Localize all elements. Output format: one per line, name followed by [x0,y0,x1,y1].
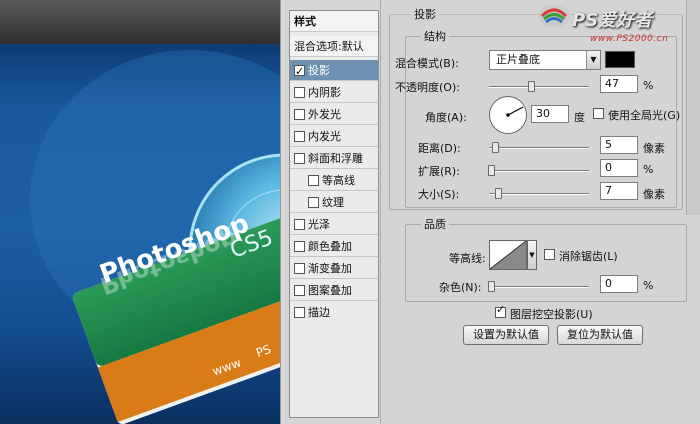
noise-label: 杂色(N): [439,281,482,294]
style-item-texture[interactable]: 纹理 [290,192,378,213]
style-item-contour[interactable]: 等高线 [290,170,378,191]
size-slider-thumb[interactable] [495,188,502,199]
styles-header[interactable]: 样式 [290,11,378,32]
contour-checkbox[interactable] [308,175,319,186]
quality-title: 品质 [421,216,449,232]
angle-dial[interactable] [489,96,527,134]
chevron-down-icon: ▼ [586,51,600,69]
style-item-outer-glow[interactable]: 外发光 [290,104,378,125]
global-light-checkbox[interactable] [593,108,604,119]
anti-alias-label[interactable]: 消除锯齿(L) [559,248,618,264]
contour-chevron-down-icon[interactable]: ▼ [527,240,537,270]
noise-unit: % [643,279,654,292]
inner-glow-checkbox[interactable] [294,131,305,142]
dialog-scrollbar[interactable] [686,0,700,215]
style-item-gradient-overlay[interactable]: 渐变叠加 [290,258,378,279]
distance-label: 距离(D): [418,142,461,155]
structure-title: 结构 [421,28,449,44]
distance-unit: 像素 [643,142,665,155]
satin-checkbox[interactable] [294,219,305,230]
opacity-unit: % [643,79,654,92]
blend-mode-select[interactable]: 正片叠底 ▼ [489,50,601,70]
size-unit: 像素 [643,188,665,201]
style-item-color-overlay[interactable]: 颜色叠加 [290,236,378,257]
size-slider-track[interactable] [489,193,589,195]
layer-knockout-checkbox[interactable] [495,303,506,318]
reset-default-button[interactable]: 复位为默认值 [557,325,643,345]
inner-shadow-checkbox[interactable] [294,87,305,98]
opacity-label: 不透明度(O): [395,81,460,94]
opacity-slider-track[interactable] [489,86,589,88]
global-light-label[interactable]: 使用全局光(G) [608,107,680,123]
drop-shadow-checkbox[interactable] [294,61,305,82]
make-default-button[interactable]: 设置为默认值 [463,325,549,345]
angle-input[interactable]: 30 [531,105,569,123]
shadow-color-swatch[interactable] [605,51,635,68]
styles-panel: 样式 混合选项:默认 投影 内阴影 外发光 内发光 斜面和浮雕 等高线 纹理 光… [280,0,380,424]
outer-glow-checkbox[interactable] [294,109,305,120]
ps2000-logo-icon [538,5,570,27]
size-input[interactable]: 7 [600,182,638,200]
angle-indicator-icon [506,106,524,117]
spread-slider-thumb[interactable] [488,165,495,176]
contour-picker[interactable] [489,240,527,270]
bevel-emboss-checkbox[interactable] [294,153,305,164]
stroke-checkbox[interactable] [294,307,305,318]
angle-label: 角度(A): [425,111,467,124]
noise-input[interactable]: 0 [600,275,638,293]
style-item-inner-shadow[interactable]: 内阴影 [290,82,378,103]
style-item-stroke[interactable]: 描边 [290,302,378,323]
document-canvas[interactable]: Photoshop Photoshop CS5 www PS [0,0,280,424]
spread-input[interactable]: 0 [600,159,638,177]
spread-slider-track[interactable] [489,170,589,172]
watermark-url: www.PS2000.cn [590,34,669,44]
blending-options-item[interactable]: 混合选项:默认 [290,36,378,57]
noise-slider-thumb[interactable] [488,281,495,292]
blend-mode-value: 正片叠底 [496,53,540,66]
anti-alias-checkbox[interactable] [544,249,555,260]
contour-label: 等高线: [449,252,486,265]
spread-label: 扩展(R): [418,165,460,178]
distance-input[interactable]: 5 [600,136,638,154]
opacity-slider-thumb[interactable] [528,81,535,92]
blend-mode-label: 混合模式(B): [395,57,459,70]
style-item-inner-glow[interactable]: 内发光 [290,126,378,147]
style-item-satin[interactable]: 光泽 [290,214,378,235]
pattern-overlay-checkbox[interactable] [294,285,305,296]
distance-slider-track[interactable] [489,147,589,149]
texture-checkbox[interactable] [308,197,319,208]
gradient-overlay-checkbox[interactable] [294,263,305,274]
style-item-drop-shadow[interactable]: 投影 [290,60,378,82]
style-item-bevel-emboss[interactable]: 斜面和浮雕 [290,148,378,169]
distance-slider-thumb[interactable] [492,142,499,153]
noise-slider-track[interactable] [489,286,589,288]
drop-shadow-title: 投影 [411,6,439,22]
styles-list: 样式 混合选项:默认 投影 内阴影 外发光 内发光 斜面和浮雕 等高线 纹理 光… [289,10,379,418]
layer-knockout-label[interactable]: 图层挖空投影(U) [510,306,593,322]
linear-contour-icon [490,241,526,269]
angle-unit: 度 [574,111,585,124]
size-label: 大小(S): [418,188,460,201]
style-item-pattern-overlay[interactable]: 图案叠加 [290,280,378,301]
spread-unit: % [643,163,654,176]
color-overlay-checkbox[interactable] [294,241,305,252]
watermark-logo-text: PS爱好者 [572,10,653,31]
opacity-input[interactable]: 47 [600,75,638,93]
drop-shadow-settings: 投影 结构 混合模式(B): 正片叠底 ▼ 不透明度(O): 47 % 角度(A… [380,0,700,424]
